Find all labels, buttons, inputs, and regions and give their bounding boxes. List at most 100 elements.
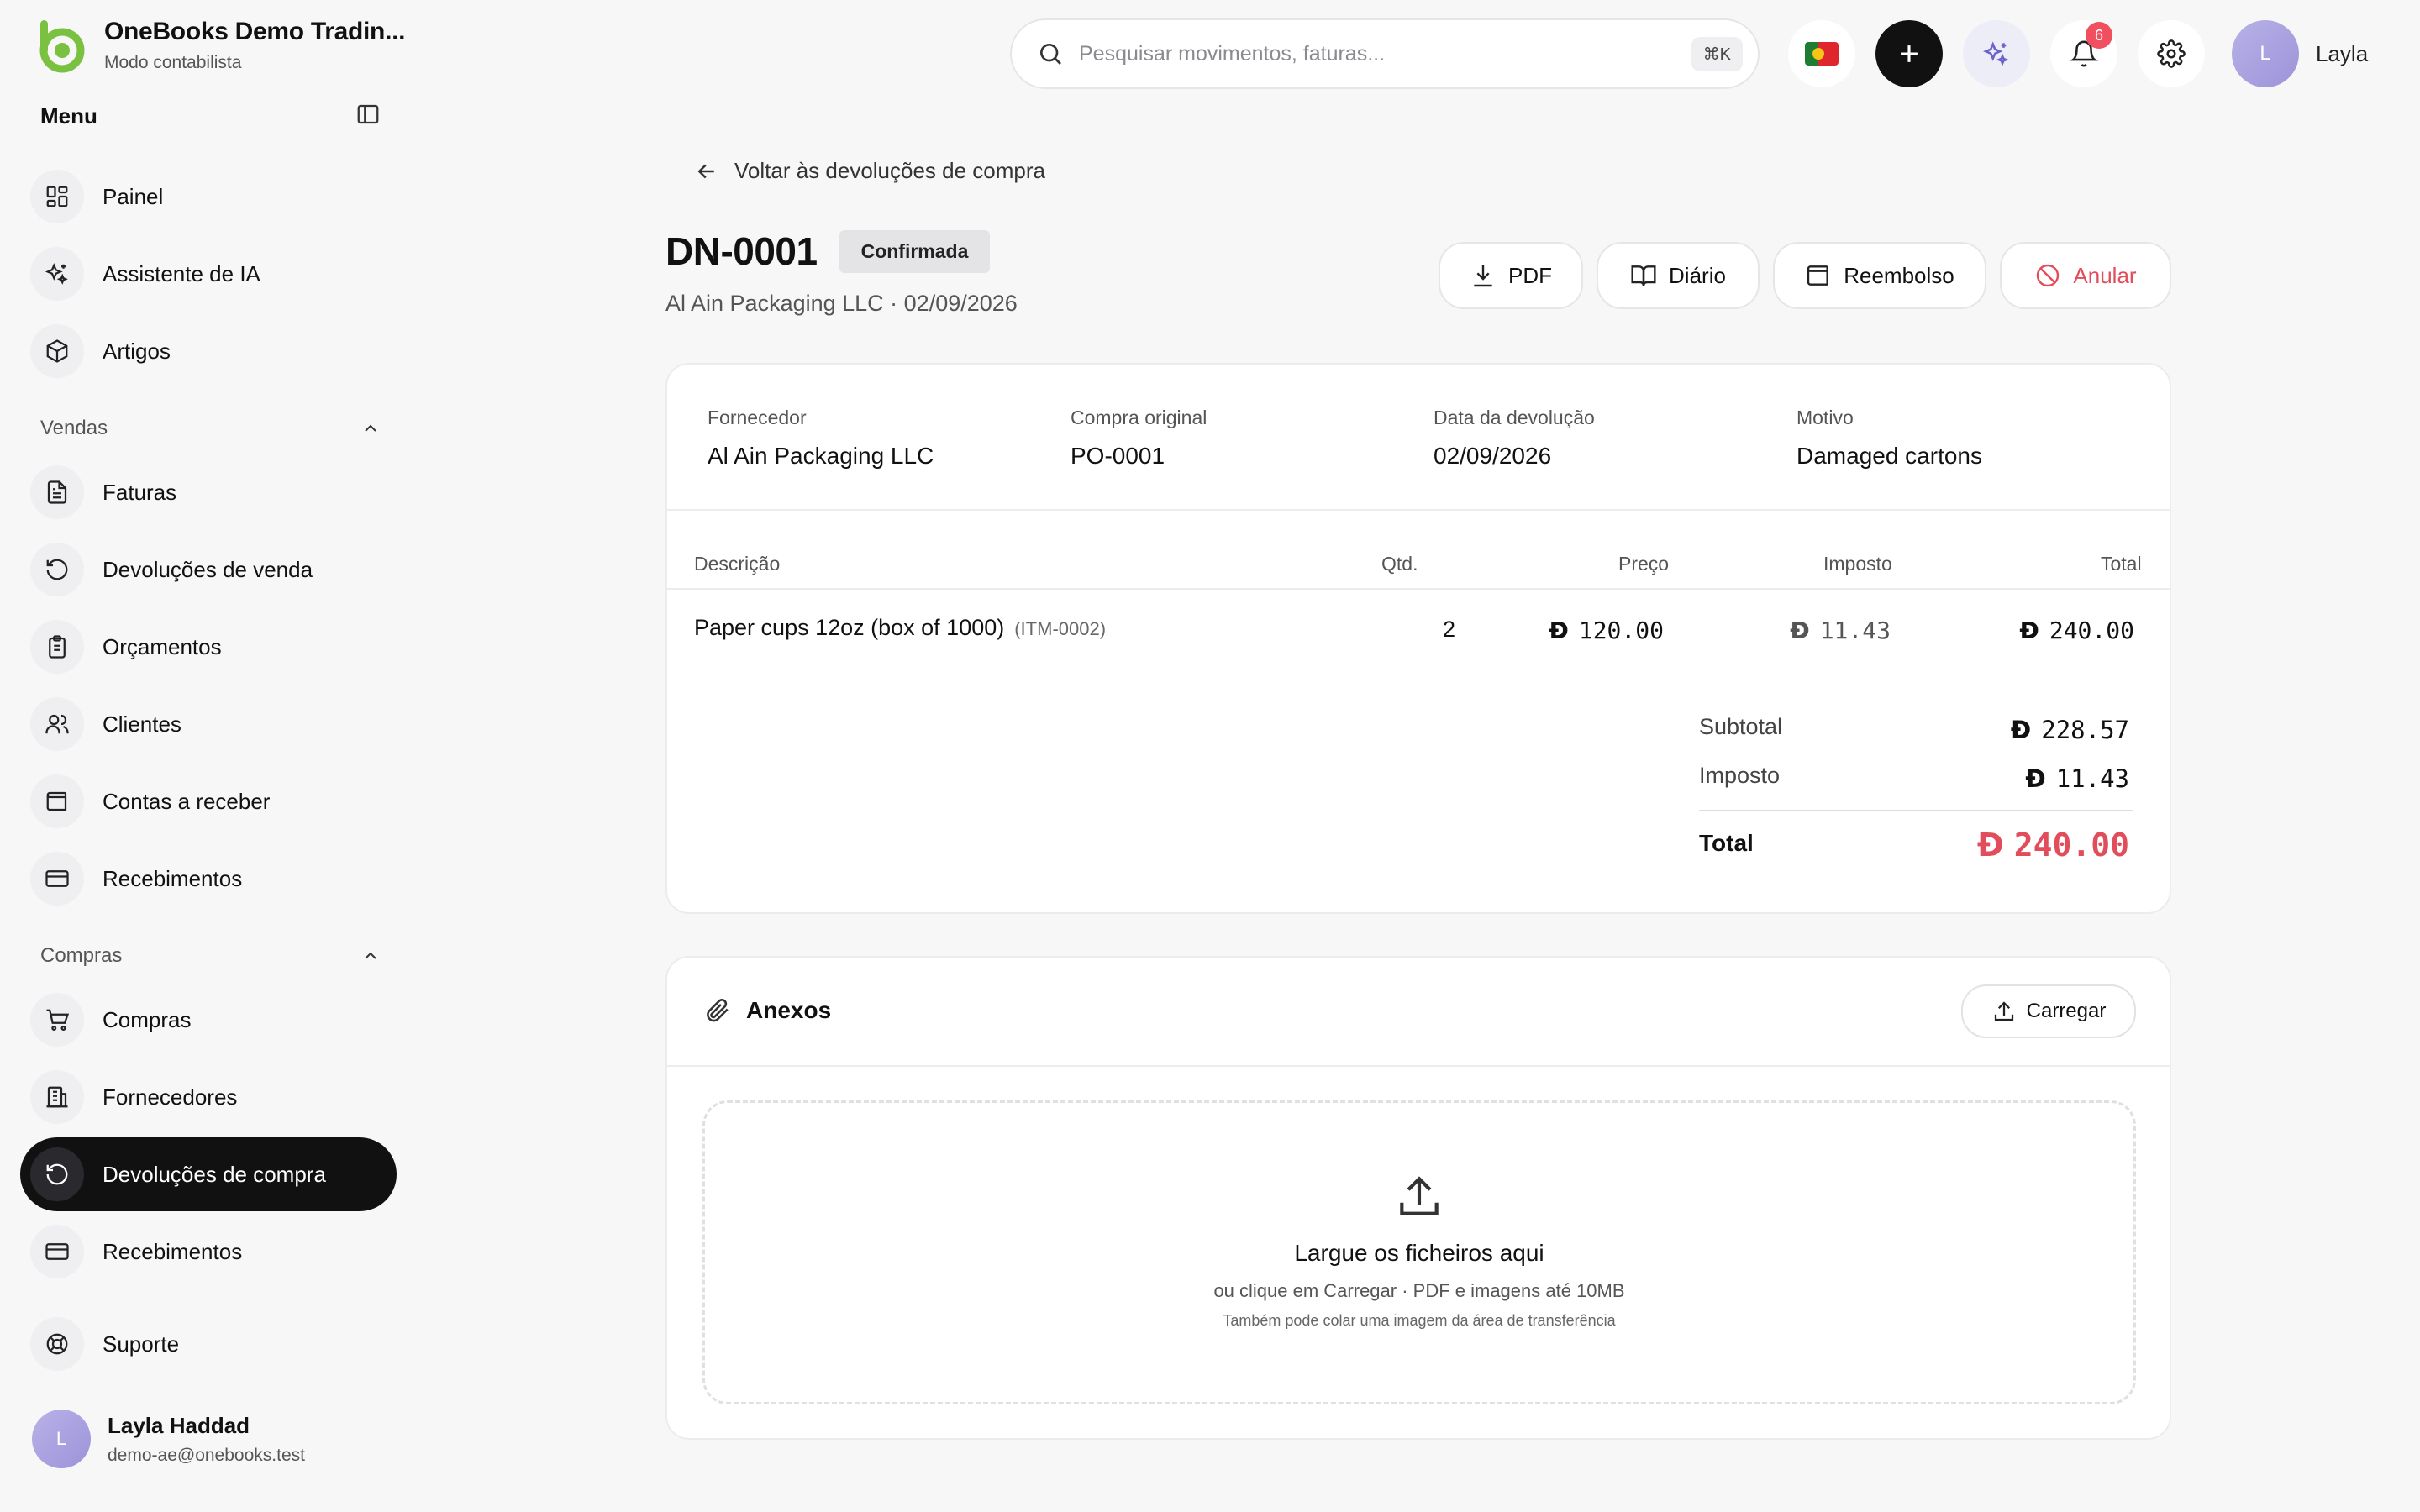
sidebar-item-label: Artigos — [103, 338, 171, 364]
user-profile[interactable]: L Layla Haddad demo-ae@onebooks.test — [32, 1410, 305, 1468]
field-value: PO-0001 — [1071, 443, 1165, 469]
sidebar: OneBooks Demo Tradin... Modo contabilist… — [0, 0, 412, 1512]
void-button-label: Anular — [2073, 262, 2137, 288]
portugal-flag-icon — [1805, 42, 1839, 66]
return-date-field: Data da devolução 02/09/2026 — [1434, 407, 1595, 470]
gear-icon — [2157, 39, 2186, 68]
grand-total-label: Total — [1699, 830, 1754, 856]
line-description: Paper cups 12oz (box of 1000) (ITM-0002) — [694, 615, 1106, 641]
company-name: OneBooks Demo Tradin... — [104, 18, 406, 45]
sidebar-item-devolucoes-compra[interactable]: Devoluções de compra — [20, 1137, 397, 1211]
sidebar-item-clientes[interactable]: Clientes — [20, 687, 397, 761]
column-header-qty: Qtd. — [1381, 553, 1418, 575]
file-dropzone[interactable]: Largue os ficheiros aqui ou clique em Ca… — [702, 1100, 2136, 1404]
sidebar-item-compras[interactable]: Compras — [20, 983, 397, 1057]
brand[interactable]: OneBooks Demo Tradin... Modo contabilist… — [32, 17, 405, 74]
section-label: Compras — [40, 944, 123, 967]
sidebar-item-label: Devoluções de compra — [103, 1161, 326, 1187]
sidebar-item-fornecedores[interactable]: Fornecedores — [20, 1060, 397, 1134]
ban-icon — [2037, 264, 2060, 287]
create-new-button[interactable] — [1876, 20, 1943, 87]
box-icon — [30, 324, 84, 378]
dropzone-hint: ou clique em Carregar · PDF e imagens at… — [1213, 1280, 1625, 1301]
back-link-label: Voltar às devoluções de compra — [734, 158, 1045, 183]
search-input[interactable] — [1079, 41, 1691, 66]
sidebar-item-label: Assistente de IA — [103, 260, 260, 286]
attachments-title-text: Anexos — [746, 997, 832, 1023]
rotate-ccw-icon — [30, 543, 84, 596]
sidebar-item-painel[interactable]: Painel — [20, 160, 397, 234]
amount: 228.57 — [2041, 716, 2129, 744]
sidebar-item-orcamentos[interactable]: Orçamentos — [20, 610, 397, 684]
upload-button-label: Carregar — [2026, 1000, 2107, 1022]
user-menu[interactable]: L Layla — [2232, 20, 2368, 87]
sidebar-toggle-icon[interactable] — [355, 102, 381, 131]
sidebar-item-contas-receber[interactable]: Contas a receber — [20, 764, 397, 838]
currency-symbol: Ð — [1790, 617, 1810, 644]
tax-value: Ð 11.43 — [2025, 764, 2129, 793]
sidebar-item-label: Recebimentos — [103, 865, 243, 891]
column-header-price: Preço — [1618, 553, 1670, 575]
building-icon — [30, 1070, 84, 1124]
wallet-icon — [1807, 265, 1829, 286]
upload-icon — [1400, 1176, 1439, 1215]
currency-symbol: Ð — [1976, 827, 2004, 864]
sparkles-icon — [30, 247, 84, 301]
chevron-up-icon — [365, 952, 376, 959]
plus-icon — [1901, 45, 1918, 62]
void-button[interactable]: Anular — [2000, 242, 2171, 309]
sidebar-item-suporte[interactable]: Suporte — [20, 1307, 397, 1381]
line-tax: Ð 11.43 — [1718, 617, 1891, 644]
sidebar-item-faturas[interactable]: Faturas — [20, 455, 397, 529]
wallet-icon — [30, 774, 84, 828]
line-price: Ð 120.00 — [1507, 617, 1664, 644]
price-value: 120.00 — [1578, 617, 1664, 644]
divider — [667, 588, 2170, 590]
search-shortcut: ⌘K — [1691, 36, 1743, 71]
back-link[interactable]: Voltar às devoluções de compra — [694, 158, 1045, 184]
dashboard-icon — [30, 170, 84, 223]
arrow-left-icon — [697, 164, 714, 178]
refund-button[interactable]: Reembolso — [1773, 242, 1986, 309]
cart-icon — [30, 993, 84, 1047]
pdf-button[interactable]: PDF — [1439, 242, 1583, 309]
field-value: 02/09/2026 — [1434, 443, 1552, 469]
section-compras[interactable]: Compras — [40, 941, 381, 971]
pdf-button-label: PDF — [1508, 262, 1552, 288]
file-text-icon — [30, 465, 84, 519]
currency-symbol: Ð — [2010, 716, 2032, 744]
sidebar-item-recebimentos-compras[interactable]: Recebimentos — [20, 1215, 397, 1289]
company-mode: Modo contabilista — [104, 53, 242, 72]
settings-button[interactable] — [2138, 20, 2205, 87]
search-icon — [1040, 44, 1061, 65]
journal-button[interactable]: Diário — [1597, 242, 1760, 309]
sidebar-item-label: Contas a receber — [103, 788, 271, 814]
return-details-card: Fornecedor Al Ain Packaging LLC Compra o… — [666, 363, 2171, 914]
sidebar-item-artigos[interactable]: Artigos — [20, 314, 397, 388]
sidebar-item-devolucoes-venda[interactable]: Devoluções de venda — [20, 533, 397, 606]
sidebar-item-recebimentos-vendas[interactable]: Recebimentos — [20, 842, 397, 916]
field-label: Compra original — [1071, 407, 1207, 428]
sidebar-item-assistente-ia[interactable]: Assistente de IA — [20, 237, 397, 311]
lifebuoy-icon — [30, 1317, 84, 1371]
field-label: Data da devolução — [1434, 407, 1595, 428]
menu-header: Menu — [40, 101, 381, 131]
subtotal-label: Subtotal — [1699, 714, 1783, 739]
user-name: Layla — [2316, 40, 2369, 66]
section-vendas[interactable]: Vendas — [40, 413, 381, 444]
notification-count-badge: 6 — [2086, 22, 2112, 49]
line-qty: 2 — [1442, 617, 1455, 642]
journal-button-label: Diário — [1669, 262, 1726, 288]
sidebar-item-label: Painel — [103, 183, 164, 209]
credit-card-icon — [30, 852, 84, 906]
refund-button-label: Reembolso — [1844, 262, 1954, 288]
field-value: Damaged cartons — [1797, 443, 1983, 469]
field-label: Motivo — [1797, 407, 1854, 428]
notifications-button[interactable]: 6 — [2050, 20, 2118, 87]
paperclip-icon — [707, 999, 729, 1022]
ai-assistant-button[interactable] — [1963, 20, 2030, 87]
search-bar[interactable]: ⌘K — [1010, 18, 1760, 89]
language-button[interactable] — [1788, 20, 1855, 87]
upload-button[interactable]: Carregar — [1961, 984, 2136, 1038]
sidebar-item-label: Recebimentos — [103, 1238, 243, 1264]
